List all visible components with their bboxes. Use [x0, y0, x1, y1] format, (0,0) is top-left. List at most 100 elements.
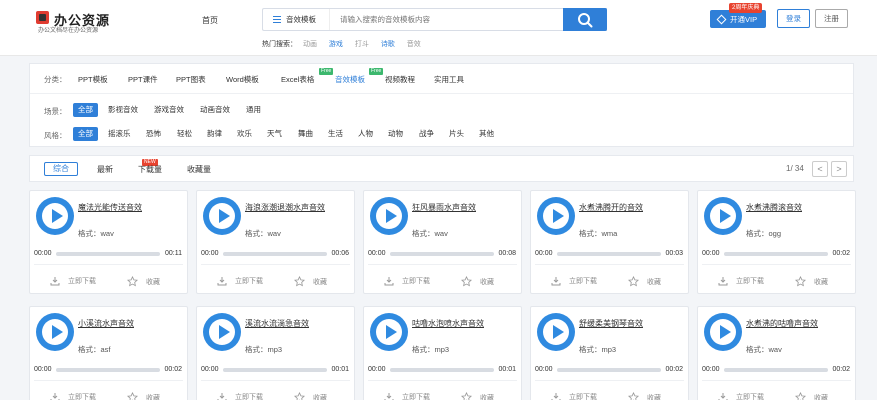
play-button[interactable] — [704, 313, 742, 351]
sound-card[interactable]: 小溪流水声音效 格式：asf 00:00 00:02 立即下载 收藏 — [29, 306, 188, 400]
sound-title[interactable]: 溪流水流淌急音效 — [245, 318, 309, 329]
favorite-button[interactable]: 收藏 — [628, 276, 661, 287]
scene-tag[interactable]: 影视音效 — [108, 103, 138, 117]
sound-card[interactable]: 咕噜水泡喷水声音效 格式：mp3 00:00 00:01 立即下载 收藏 — [363, 306, 522, 400]
scene-tag[interactable]: 游戏音效 — [154, 103, 184, 117]
download-button[interactable]: 立即下载 — [50, 276, 96, 286]
sort-downloads[interactable]: 下载量 — [138, 164, 162, 175]
category-item[interactable]: PPT课件 — [128, 74, 158, 85]
progress-track[interactable] — [223, 368, 327, 372]
download-button[interactable]: 立即下载 — [718, 276, 764, 286]
sound-title[interactable]: 咕噜水泡喷水声音效 — [412, 318, 484, 329]
scene-tag[interactable]: 动画音效 — [200, 103, 230, 117]
style-tag[interactable]: 欢乐 — [237, 127, 252, 141]
style-tag[interactable]: 片头 — [449, 127, 464, 141]
style-tag[interactable]: 其他 — [479, 127, 494, 141]
style-tag[interactable]: 生活 — [328, 127, 343, 141]
sound-card[interactable]: 狂风暴雨水声音效 格式：wav 00:00 00:08 立即下载 收藏 — [363, 190, 522, 294]
download-button[interactable]: 立即下载 — [551, 392, 597, 400]
progress-track[interactable] — [724, 368, 828, 372]
favorite-button[interactable]: 收藏 — [795, 276, 828, 287]
play-button[interactable] — [36, 197, 74, 235]
style-tag[interactable]: 舞曲 — [298, 127, 313, 141]
style-tag[interactable]: 韵律 — [207, 127, 222, 141]
style-tag[interactable]: 战争 — [419, 127, 434, 141]
hot-search-item[interactable]: 诗歌 — [381, 41, 395, 48]
sound-card[interactable]: 舒缓柔美钢琴音效 格式：mp3 00:00 00:02 立即下载 收藏 — [530, 306, 689, 400]
sound-title[interactable]: 海浪涨潮退潮水声音效 — [245, 202, 325, 213]
scene-tag[interactable]: 通用 — [246, 103, 261, 117]
progress-track[interactable] — [390, 368, 494, 372]
download-button[interactable]: 立即下载 — [551, 276, 597, 286]
style-tag[interactable]: 摇滚乐 — [108, 127, 131, 141]
favorite-button[interactable]: 收藏 — [294, 276, 327, 287]
play-button[interactable] — [203, 313, 241, 351]
progress-track[interactable] — [390, 252, 494, 256]
play-button[interactable] — [203, 197, 241, 235]
download-button[interactable]: 立即下载 — [217, 392, 263, 400]
category-item[interactable]: PPT图表 — [176, 74, 206, 85]
style-tag[interactable]: 天气 — [267, 127, 282, 141]
play-button[interactable] — [36, 313, 74, 351]
play-button[interactable] — [370, 197, 408, 235]
search-button[interactable] — [563, 8, 607, 31]
progress-track[interactable] — [56, 252, 160, 256]
sound-title[interactable]: 魔法光能传送音效 — [78, 202, 142, 213]
style-tag[interactable]: 人物 — [358, 127, 373, 141]
download-button[interactable]: 立即下载 — [384, 276, 430, 286]
category-item[interactable]: 视频教程 — [385, 74, 415, 85]
favorite-button[interactable]: 收藏 — [461, 392, 494, 400]
download-button[interactable]: 立即下载 — [718, 392, 764, 400]
category-item[interactable]: Excel表格 — [281, 74, 314, 85]
sound-title[interactable]: 舒缓柔美钢琴音效 — [579, 318, 643, 329]
play-button[interactable] — [537, 313, 575, 351]
download-button[interactable]: 立即下载 — [50, 392, 96, 400]
sound-card[interactable]: 水煮沸腾开的音效 格式：wma 00:00 00:03 立即下载 收藏 — [530, 190, 689, 294]
style-tag[interactable]: 轻松 — [177, 127, 192, 141]
register-button[interactable]: 注册 — [815, 9, 848, 28]
sound-title[interactable]: 水煮沸的咕噜声音效 — [746, 318, 818, 329]
progress-track[interactable] — [56, 368, 160, 372]
sound-card[interactable]: 海浪涨潮退潮水声音效 格式：wav 00:00 00:06 立即下载 收藏 — [196, 190, 355, 294]
search-input[interactable] — [329, 9, 564, 30]
favorite-button[interactable]: 收藏 — [461, 276, 494, 287]
sound-card[interactable]: 水煮沸的咕噜声音效 格式：wav 00:00 00:02 立即下载 收藏 — [697, 306, 856, 400]
download-button[interactable]: 立即下载 — [384, 392, 430, 400]
next-page-button[interactable]: > — [831, 161, 847, 177]
sound-card[interactable]: 魔法光能传送音效 格式：wav 00:00 00:11 立即下载 收藏 — [29, 190, 188, 294]
play-button[interactable] — [370, 313, 408, 351]
sound-title[interactable]: 水煮沸腾滚音效 — [746, 202, 802, 213]
sound-title[interactable]: 狂风暴雨水声音效 — [412, 202, 476, 213]
sound-card[interactable]: 溪流水流淌急音效 格式：mp3 00:00 00:01 立即下载 收藏 — [196, 306, 355, 400]
sort-latest[interactable]: 最新 — [97, 164, 113, 175]
hot-search-item[interactable]: 游戏 — [329, 41, 343, 48]
favorite-button[interactable]: 收藏 — [795, 392, 828, 400]
category-item[interactable]: Word模板 — [226, 74, 259, 85]
category-item[interactable]: PPT模板 — [78, 74, 108, 85]
hot-search-item[interactable]: 打斗 — [355, 41, 369, 48]
progress-track[interactable] — [557, 252, 661, 256]
hot-search-item[interactable]: 音效 — [407, 41, 421, 48]
scene-tag[interactable]: 全部 — [73, 103, 98, 117]
sort-comprehensive[interactable]: 综合 — [44, 162, 78, 176]
hot-search-item[interactable]: 动画 — [303, 41, 317, 48]
favorite-button[interactable]: 收藏 — [628, 392, 661, 400]
login-button[interactable]: 登录 — [777, 9, 810, 28]
play-button[interactable] — [704, 197, 742, 235]
search-category-dropdown[interactable]: 音效模板 — [263, 9, 329, 30]
style-tag[interactable]: 恐怖 — [146, 127, 161, 141]
sound-card[interactable]: 水煮沸腾滚音效 格式：ogg 00:00 00:02 立即下载 收藏 — [697, 190, 856, 294]
sound-title[interactable]: 小溪流水声音效 — [78, 318, 134, 329]
play-button[interactable] — [537, 197, 575, 235]
style-tag[interactable]: 动物 — [388, 127, 403, 141]
progress-track[interactable] — [724, 252, 828, 256]
sort-favorites[interactable]: 收藏量 — [187, 164, 211, 175]
progress-track[interactable] — [557, 368, 661, 372]
download-button[interactable]: 立即下载 — [217, 276, 263, 286]
nav-home-link[interactable]: 首页 — [202, 15, 218, 26]
progress-track[interactable] — [223, 252, 327, 256]
favorite-button[interactable]: 收藏 — [294, 392, 327, 400]
favorite-button[interactable]: 收藏 — [127, 276, 160, 287]
sound-title[interactable]: 水煮沸腾开的音效 — [579, 202, 643, 213]
prev-page-button[interactable]: < — [812, 161, 828, 177]
